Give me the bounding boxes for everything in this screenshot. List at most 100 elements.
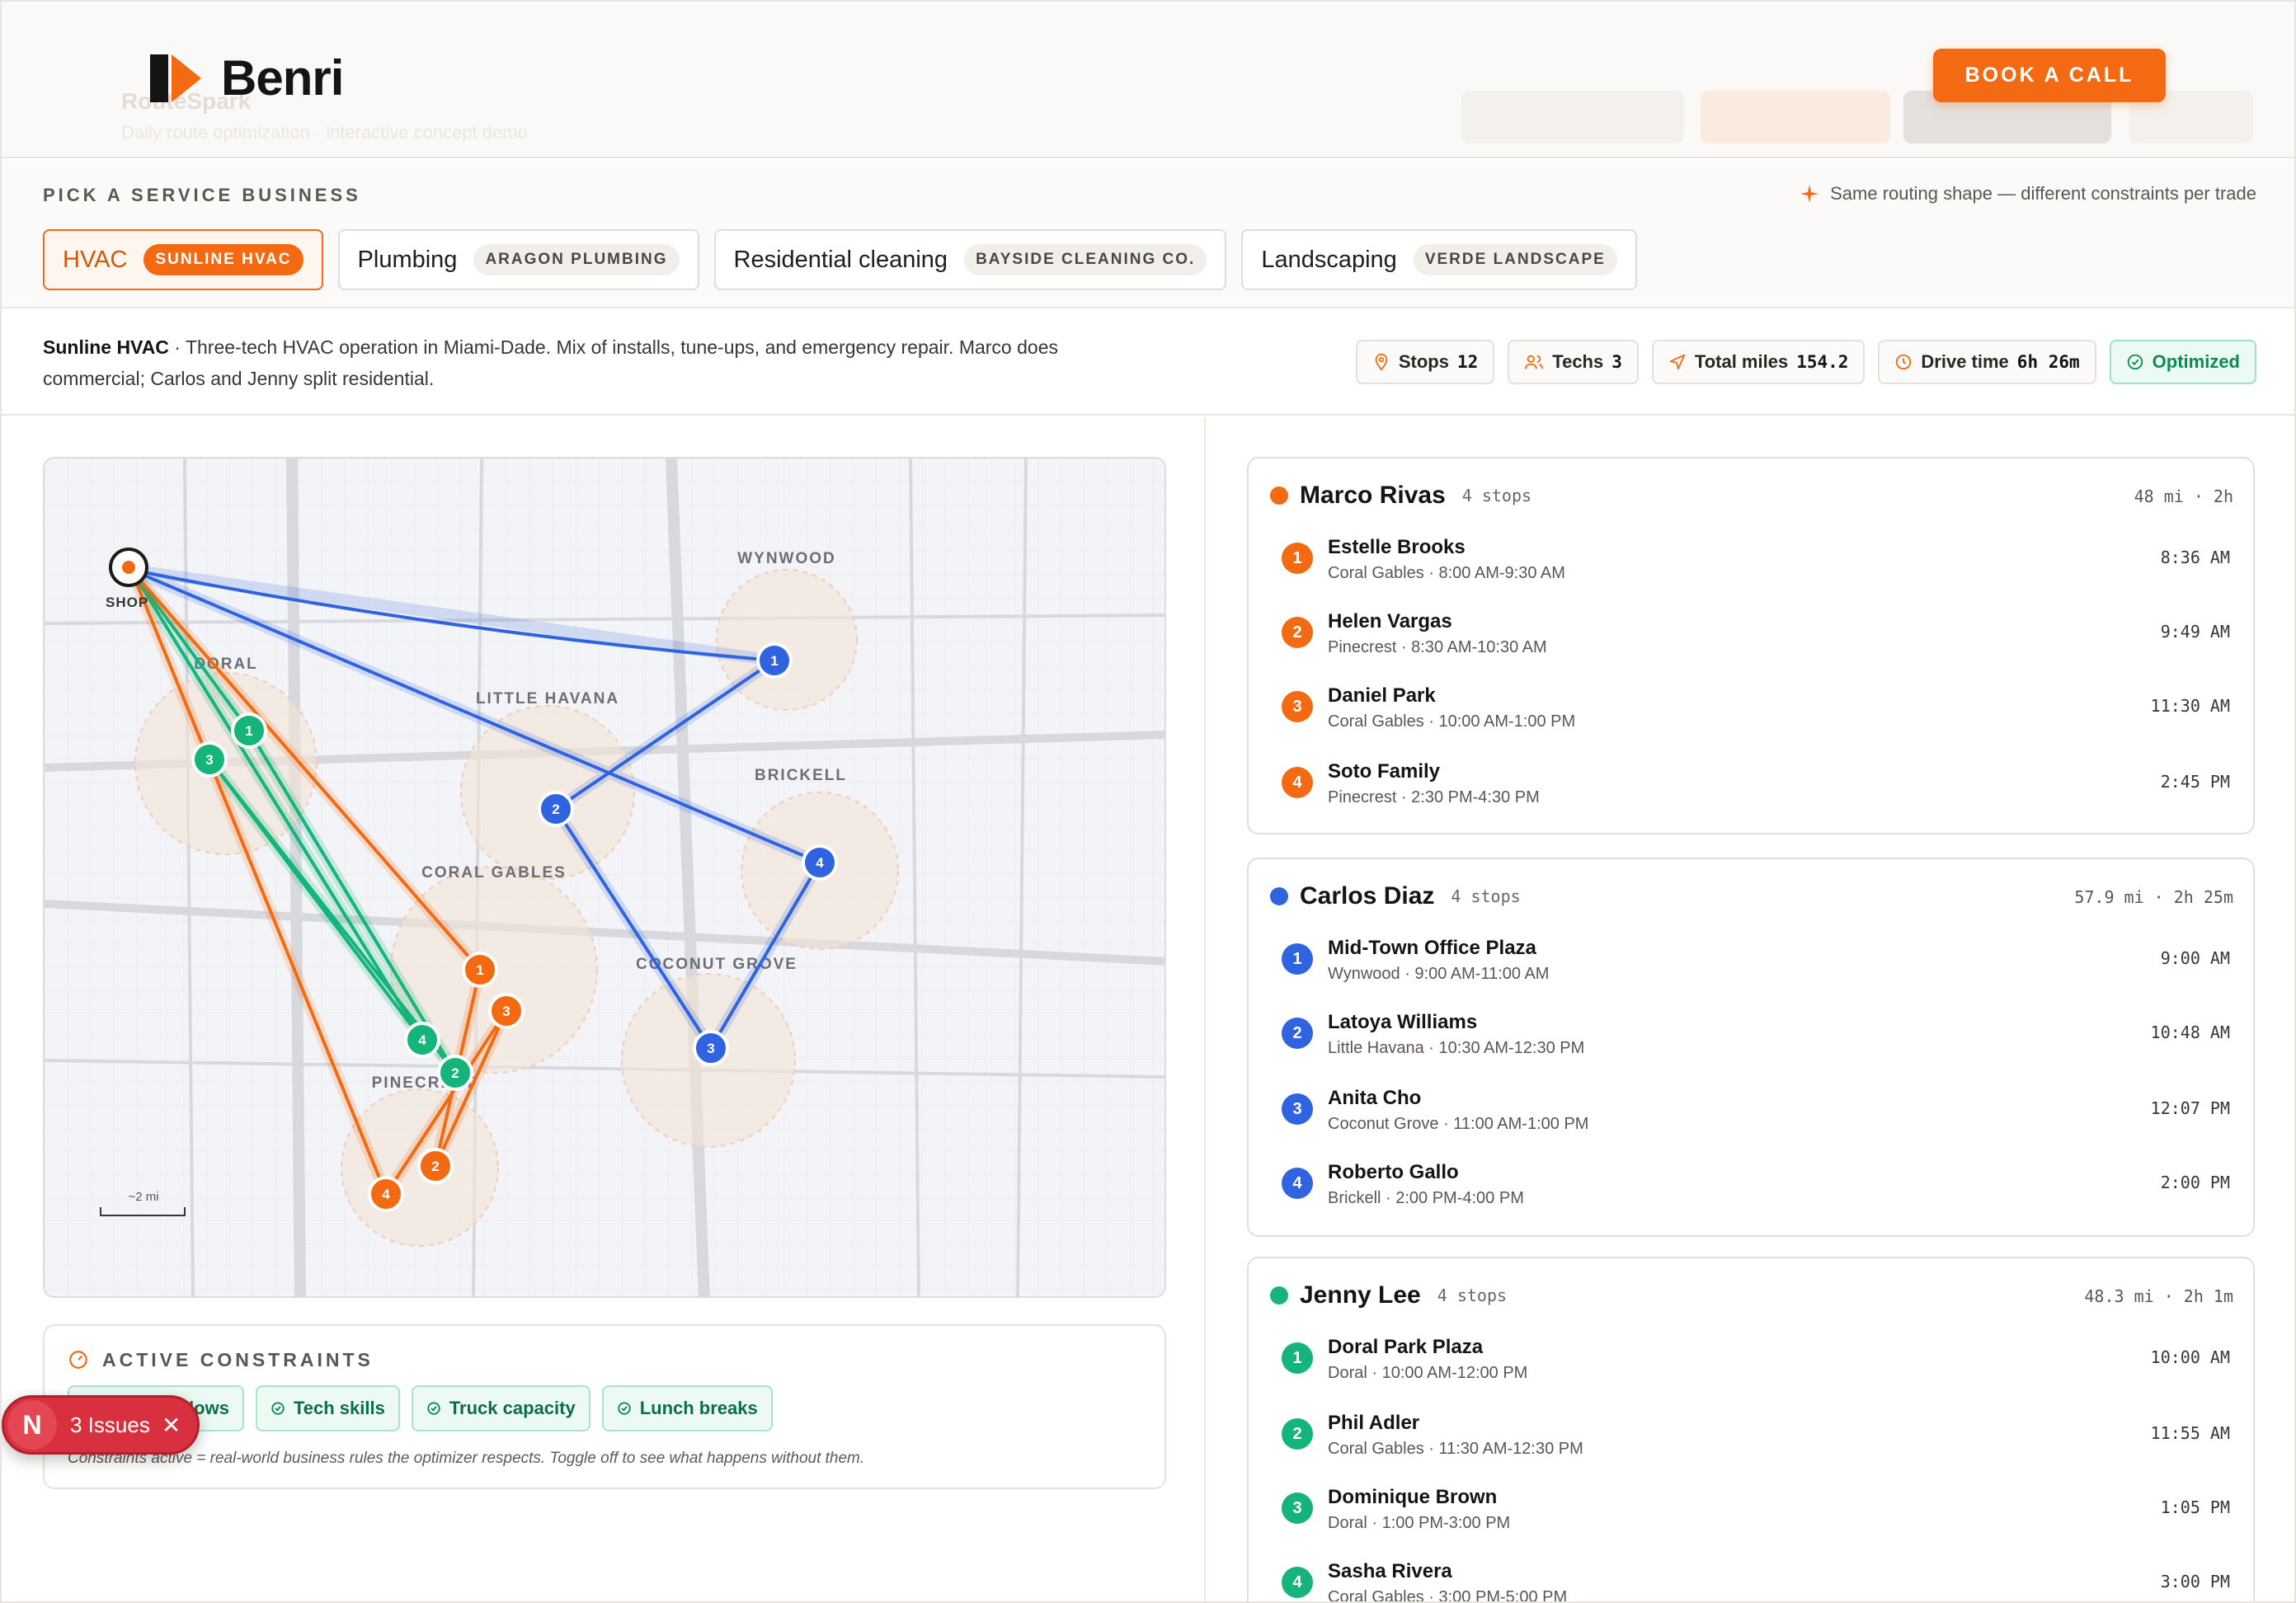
ghost-action-button (1701, 91, 1890, 143)
stop-eta: 9:49 AM (2160, 622, 2230, 642)
list-item[interactable]: 4 Sasha Rivera Coral Gables · 3:00 PM-5:… (1282, 1560, 2230, 1601)
map-label-wynwood: WYNWOOD (737, 550, 836, 567)
stat-optimized: Optimized (2109, 340, 2256, 384)
map-stop-marco-3[interactable]: 3 (488, 993, 525, 1029)
stop-number: 1 (1282, 543, 1313, 574)
tech-card-jenny[interactable]: Jenny Lee 4 stops 48.3 mi · 2h 1m 1 Dora… (1247, 1257, 2255, 1601)
tech-card-marco[interactable]: Marco Rivas 4 stops 48 mi · 2h 1 Estelle… (1247, 457, 2255, 834)
users-icon (1525, 355, 1544, 369)
list-item[interactable]: 2 Latoya Williams Little Havana · 10:30 … (1282, 1011, 2230, 1069)
map-stop-carlos-1[interactable]: 1 (756, 642, 793, 679)
list-item[interactable]: 2 Helen Vargas Pinecrest · 8:30 AM-10:30… (1282, 610, 2230, 668)
svg-text:1: 1 (245, 723, 252, 739)
book-a-call-button[interactable]: BOOK A CALL (1933, 49, 2166, 102)
tech-stop-count: 4 stops (1461, 486, 1532, 505)
map-stop-carlos-3[interactable]: 3 (693, 1030, 729, 1066)
svg-text:1: 1 (476, 962, 483, 978)
tab-hvac[interactable]: HVAC SUNLINE HVAC (43, 229, 323, 290)
stop-number: 1 (1282, 1342, 1313, 1374)
list-item[interactable]: 1 Mid-Town Office Plaza Wynwood · 9:00 A… (1282, 937, 2230, 994)
brand-logo[interactable]: Benri (150, 49, 344, 106)
stop-number: 4 (1282, 1168, 1313, 1199)
stop-eta: 9:00 AM (2160, 948, 2230, 968)
check-circle-icon (2127, 354, 2143, 370)
stat-total-miles: Total miles 154.2 (1651, 340, 1866, 384)
picker-note-text: Same routing shape — different constrain… (1830, 183, 2256, 204)
stop-name: Doral Park Plaza (1328, 1336, 1484, 1358)
shop-label: SHOP (106, 595, 148, 610)
active-constraints-panel: ACTIVE CONSTRAINTS Time windows Tech ski… (43, 1324, 1166, 1489)
stop-number: 3 (1282, 691, 1313, 722)
list-item[interactable]: 1 Doral Park Plaza Doral · 10:00 AM-12:0… (1282, 1336, 2230, 1394)
svg-text:2: 2 (451, 1065, 459, 1081)
stop-window: Little Havana · 10:30 AM-12:30 PM (1328, 1039, 1585, 1057)
site-header: RouteSpark Daily route optimization · in… (2, 2, 2294, 158)
issues-badge[interactable]: N 3 Issues ✕ (2, 1395, 200, 1455)
stop-window: Coral Gables · 8:00 AM-9:30 AM (1328, 564, 1565, 582)
gauge-icon (69, 1351, 87, 1369)
stop-number: 1 (1282, 943, 1313, 975)
route-map[interactable]: WYNWOOD DORAL LITTLE HAVANA BRICKELL COR… (43, 457, 1166, 1298)
map-stop-carlos-2[interactable]: 2 (538, 791, 574, 827)
stop-eta: 11:30 AM (2150, 696, 2230, 716)
stop-eta: 12:07 PM (2150, 1098, 2230, 1118)
stop-window: Wynwood · 9:00 AM-11:00 AM (1328, 965, 1550, 983)
close-icon[interactable]: ✕ (162, 1412, 181, 1439)
constraint-truck-capacity[interactable]: Truck capacity (411, 1385, 590, 1431)
tech-meta: 57.9 mi · 2h 25m (2074, 887, 2233, 907)
tab-badge: BAYSIDE CLEANING CO. (964, 244, 1207, 275)
check-circle-icon (427, 1402, 440, 1415)
tech-color-dot (1270, 1286, 1288, 1304)
map-stop-marco-4[interactable]: 4 (368, 1176, 404, 1212)
constraint-tech-skills[interactable]: Tech skills (255, 1385, 400, 1431)
logo-mark-icon (150, 54, 201, 102)
stat-value: 3 (1611, 352, 1622, 372)
tech-stop-count: 4 stops (1437, 1286, 1508, 1305)
map-stop-jenny-2[interactable]: 2 (437, 1055, 473, 1091)
tech-card-carlos[interactable]: Carlos Diaz 4 stops 57.9 mi · 2h 25m 1 M… (1247, 858, 2255, 1237)
tech-name: Marco Rivas (1300, 482, 1446, 509)
tech-routes-column: Marco Rivas 4 stops 48 mi · 2h 1 Estelle… (1207, 417, 2294, 1601)
chip-label: Tech skills (293, 1398, 385, 1418)
stop-eta: 10:00 AM (2150, 1347, 2230, 1367)
stop-name: Roberto Gallo (1328, 1161, 1459, 1183)
list-item[interactable]: 4 Soto Family Pinecrest · 2:30 PM-4:30 P… (1282, 760, 2230, 818)
constraints-footnote: Constraints active = real-world business… (68, 1450, 865, 1467)
map-stop-jenny-3[interactable]: 3 (191, 741, 228, 778)
business-tabs: HVAC SUNLINE HVAC Plumbing ARAGON PLUMBI… (43, 229, 1637, 290)
stat-value: 6h 26m (2016, 352, 2080, 372)
stop-name: Mid-Town Office Plaza (1328, 937, 1536, 959)
route-map-canvas[interactable]: WYNWOOD DORAL LITTLE HAVANA BRICKELL COR… (45, 458, 1166, 1298)
map-stop-jenny-1[interactable]: 1 (231, 712, 267, 749)
list-item[interactable]: 2 Phil Adler Coral Gables · 11:30 AM-12:… (1282, 1412, 2230, 1469)
tech-stop-count: 4 stops (1451, 886, 1521, 906)
tab-badge: VERDE LANDSCAPE (1413, 244, 1617, 275)
tech-header: Jenny Lee 4 stops (1270, 1281, 1507, 1309)
stop-name: Dominique Brown (1328, 1486, 1498, 1508)
stop-name: Soto Family (1328, 760, 1441, 783)
list-item[interactable]: 4 Roberto Gallo Brickell · 2:00 PM-4:00 … (1282, 1161, 2230, 1219)
svg-text:4: 4 (382, 1187, 390, 1202)
map-stop-jenny-4[interactable]: 4 (404, 1022, 440, 1058)
map-stop-marco-1[interactable]: 1 (462, 952, 498, 988)
list-item[interactable]: 3 Dominique Brown Doral · 1:00 PM-3:00 P… (1282, 1486, 2230, 1544)
svg-text:3: 3 (205, 752, 213, 768)
stop-name: Anita Cho (1328, 1087, 1422, 1109)
tech-header: Carlos Diaz 4 stops (1270, 882, 1521, 910)
map-stop-marco-2[interactable]: 2 (417, 1148, 454, 1184)
business-name: Sunline HVAC (43, 336, 169, 358)
tab-plumbing[interactable]: Plumbing ARAGON PLUMBING (337, 229, 699, 290)
map-stop-carlos-4[interactable]: 4 (802, 844, 838, 881)
business-description: Sunline HVAC · Three-tech HVAC operation… (43, 331, 1148, 394)
tab-residential-cleaning[interactable]: Residential cleaning BAYSIDE CLEANING CO… (713, 229, 1227, 290)
list-item[interactable]: 1 Estelle Brooks Coral Gables · 8:00 AM-… (1282, 536, 2230, 594)
stop-name: Phil Adler (1328, 1412, 1420, 1434)
list-item[interactable]: 3 Anita Cho Coconut Grove · 11:00 AM-1:0… (1282, 1087, 2230, 1145)
list-item[interactable]: 3 Daniel Park Coral Gables · 10:00 AM-1:… (1282, 684, 2230, 742)
tab-landscaping[interactable]: Landscaping VERDE LANDSCAPE (1241, 229, 1637, 290)
business-info: Sunline HVAC · Three-tech HVAC operation… (2, 310, 2294, 416)
app-frame: RouteSpark Daily route optimization · in… (0, 0, 2296, 1603)
tech-color-dot (1270, 487, 1288, 505)
brand-name: Benri (221, 50, 344, 106)
constraint-lunch-breaks[interactable]: Lunch breaks (601, 1385, 773, 1431)
